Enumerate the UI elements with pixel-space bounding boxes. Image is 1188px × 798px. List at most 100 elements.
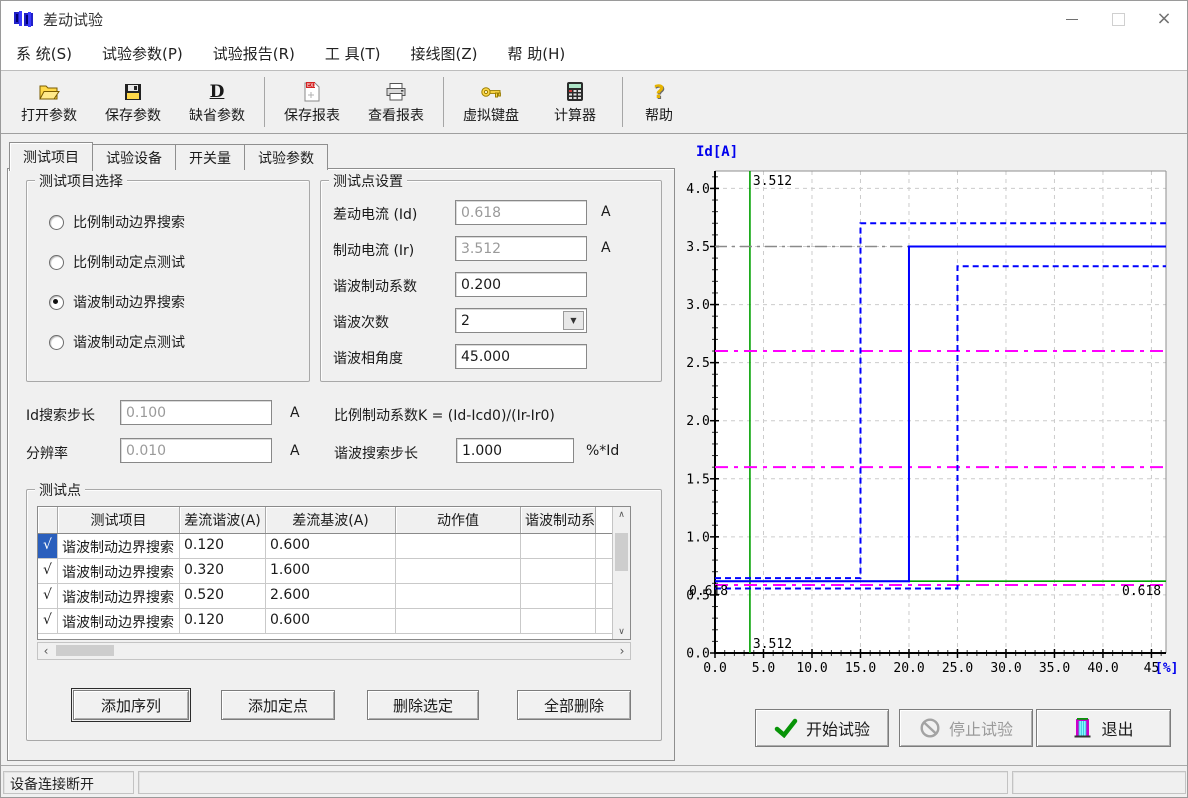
radio-icon (49, 255, 64, 270)
default-params-button[interactable]: D 缺省参数 (175, 80, 259, 125)
table-row[interactable]: √ 谐波制动边界搜索 0.320 1.600 (38, 559, 630, 584)
svg-text:25.0: 25.0 (942, 661, 973, 676)
diff-current-field[interactable]: 0.618 (455, 200, 587, 225)
radio-harmonic-point-test[interactable]: 谐波制动定点测试 (49, 332, 185, 352)
menu-system[interactable]: 系 统(S) (1, 43, 87, 64)
cell-action-value (396, 609, 521, 633)
harmonic-phase-label: 谐波相角度 (333, 348, 403, 368)
tab-test-params[interactable]: 试验参数 (245, 144, 328, 170)
virtual-keyboard-button[interactable]: 虚拟键盘 (449, 80, 533, 125)
harmonic-coef-label: 谐波制动系数 (333, 276, 417, 296)
radio-ratio-boundary-search[interactable]: 比例制动边界搜索 (49, 212, 185, 232)
close-icon: × (1156, 10, 1171, 28)
help-button[interactable]: ? 帮助 (628, 80, 690, 125)
menu-test-report[interactable]: 试验报告(R) (198, 43, 310, 64)
scroll-up-icon[interactable]: ∧ (613, 507, 630, 522)
stop-test-button: 停止试验 (899, 709, 1033, 747)
row-check-selected[interactable]: √ (38, 534, 58, 558)
resolution-field[interactable]: 0.010 (120, 438, 272, 463)
status-bar: 设备连接断开 (1, 765, 1187, 798)
open-params-button[interactable]: 打开参数 (7, 80, 91, 125)
test-points-table: 测试项目 差流谐波(A) 差流基波(A) 动作值 谐波制动系 √ 谐波制动边界搜… (37, 506, 631, 640)
scroll-down-icon[interactable]: ∨ (613, 624, 630, 639)
calculator-button[interactable]: 计算器 (533, 80, 617, 125)
save-params-button[interactable]: 保存参数 (91, 80, 175, 125)
menu-wiring-diagram[interactable]: 接线图(Z) (396, 43, 493, 64)
cell-fundamental-current: 2.600 (266, 584, 396, 608)
tab-test-items[interactable]: 测试项目 (9, 142, 93, 171)
cell-action-value (396, 534, 521, 558)
svg-text:30.0: 30.0 (990, 661, 1021, 676)
table-header-row: 测试项目 差流谐波(A) 差流基波(A) 动作值 谐波制动系 (38, 507, 630, 534)
cell-test-item: 谐波制动边界搜索 (58, 534, 180, 558)
view-report-button[interactable]: 查看报表 (354, 80, 438, 125)
table-vertical-scrollbar[interactable]: ∧ ∨ (612, 507, 630, 639)
harmonic-coef-field[interactable]: 0.200 (455, 272, 587, 297)
table-horizontal-scrollbar[interactable]: ‹ › (37, 642, 631, 660)
default-params-label: 缺省参数 (189, 105, 245, 125)
id-step-unit: A (290, 405, 300, 421)
svg-text:3.5: 3.5 (686, 240, 709, 255)
tab-label: 测试项目 (23, 147, 79, 167)
resolution-unit: A (290, 443, 300, 459)
exit-label: 退出 (1101, 716, 1133, 740)
table-row[interactable]: √ 谐波制动边界搜索 0.120 0.600 (38, 609, 630, 634)
chevron-down-icon[interactable]: ▼ (563, 311, 584, 330)
table-row[interactable]: √ 谐波制动边界搜索 0.120 0.600 (38, 534, 630, 559)
minimize-button[interactable] (1049, 1, 1095, 37)
svg-text:5.0: 5.0 (752, 661, 775, 676)
virtual-keyboard-icon (480, 80, 502, 104)
formula-text: 比例制动系数K = (Id-Icd0)/(Ir-Ir0) (334, 405, 555, 425)
close-button[interactable]: × (1141, 1, 1187, 37)
tab-label: 试验设备 (106, 148, 162, 168)
row-check[interactable]: √ (38, 559, 58, 583)
scroll-left-icon[interactable]: ‹ (38, 644, 54, 658)
cell-fundamental-current: 0.600 (266, 609, 396, 633)
exit-button[interactable]: 退出 (1036, 709, 1171, 747)
harmonic-step-field[interactable]: 1.000 (456, 438, 574, 463)
harmonic-phase-field[interactable]: 45.000 (455, 344, 587, 369)
add-series-button[interactable]: 添加序列 (73, 690, 189, 720)
menu-test-params[interactable]: 试验参数(P) (87, 43, 198, 64)
svg-text:15.0: 15.0 (845, 661, 876, 676)
radio-ratio-point-test[interactable]: 比例制动定点测试 (49, 252, 185, 272)
row-check[interactable]: √ (38, 609, 58, 633)
menu-help[interactable]: 帮 助(H) (493, 43, 581, 64)
svg-text:20.0: 20.0 (893, 661, 924, 676)
scroll-right-icon[interactable]: › (614, 644, 630, 658)
restraint-current-label: 制动电流 (Ir) (333, 240, 414, 260)
toolbar-separator (264, 77, 265, 127)
tab-switch-quantity[interactable]: 开关量 (176, 144, 245, 170)
save-report-button[interactable]: EXL 保存报表 (270, 80, 354, 125)
radio-label: 谐波制动边界搜索 (73, 292, 185, 312)
delete-all-button[interactable]: 全部删除 (517, 690, 631, 720)
svg-text:1.5: 1.5 (686, 472, 709, 487)
maximize-button[interactable] (1095, 1, 1141, 37)
start-test-button[interactable]: 开始试验 (755, 709, 889, 747)
radio-harmonic-boundary-search[interactable]: 谐波制动边界搜索 (49, 292, 185, 312)
field-value: 0.100 (126, 405, 166, 421)
default-params-icon: D (210, 80, 225, 104)
radio-label: 比例制动定点测试 (73, 252, 185, 272)
differential-chart: 0.05.010.015.020.025.030.035.040.0450.00… (686, 139, 1188, 687)
delete-all-label: 全部删除 (544, 695, 604, 716)
start-test-label: 开始试验 (806, 716, 870, 740)
menu-tools[interactable]: 工 具(T) (310, 43, 396, 64)
delete-selected-button[interactable]: 删除选定 (367, 690, 479, 720)
cell-harmonic-coef (521, 534, 596, 558)
row-check[interactable]: √ (38, 584, 58, 608)
minimize-icon (1066, 19, 1078, 20)
radio-label: 谐波制动定点测试 (73, 332, 185, 352)
test-select-group-title: 测试项目选择 (35, 171, 127, 191)
field-value: 0.010 (126, 443, 166, 459)
restraint-current-field[interactable]: 3.512 (455, 236, 587, 261)
table-row[interactable]: √ 谐波制动边界搜索 0.520 2.600 (38, 584, 630, 609)
scrollbar-thumb[interactable] (56, 645, 114, 656)
harmonic-order-dropdown[interactable]: 2 ▼ (455, 308, 587, 333)
field-value: 0.618 (461, 205, 501, 221)
scrollbar-thumb[interactable] (615, 533, 628, 571)
id-step-field[interactable]: 0.100 (120, 400, 272, 425)
tab-test-equipment[interactable]: 试验设备 (93, 144, 176, 170)
cell-fundamental-current: 0.600 (266, 534, 396, 558)
add-point-button[interactable]: 添加定点 (221, 690, 335, 720)
